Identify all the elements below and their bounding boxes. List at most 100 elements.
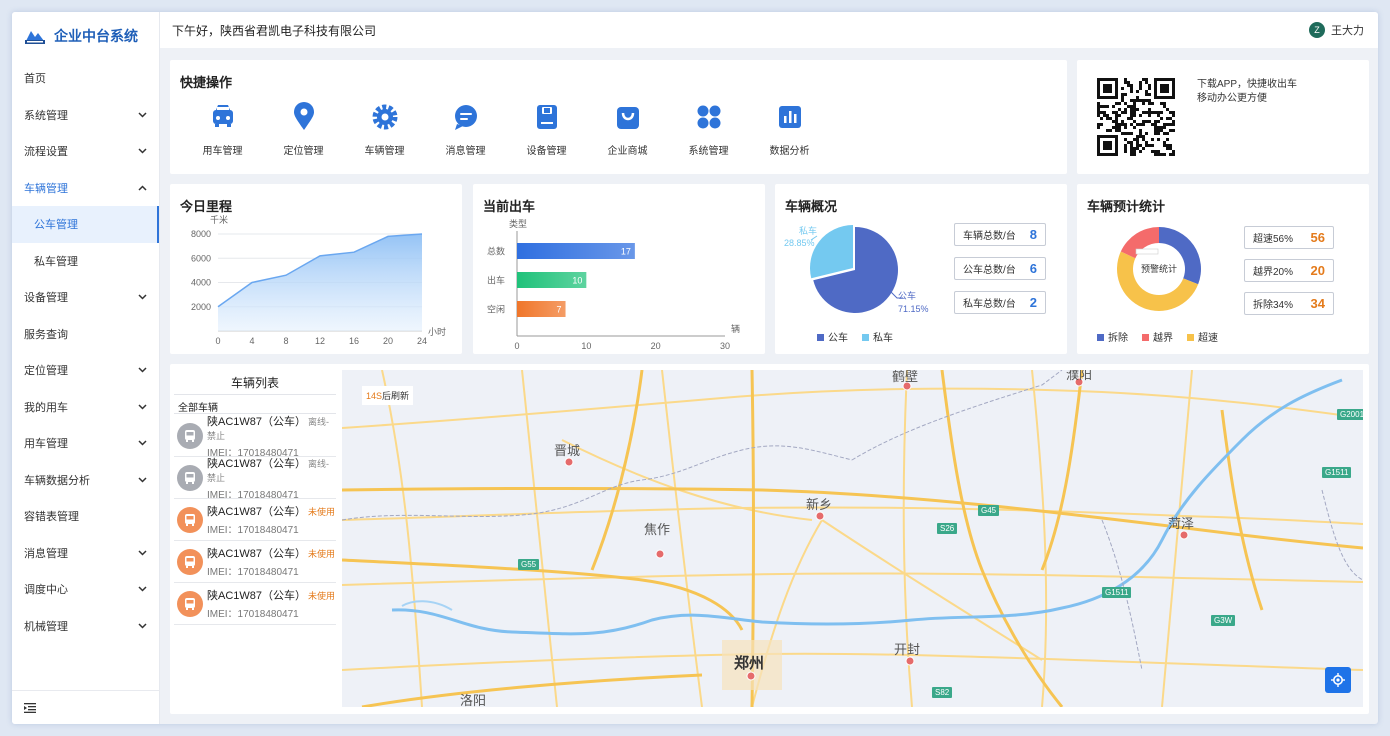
quick-action-bar-chart[interactable]: 数据分析	[749, 102, 830, 157]
sidebar-menu: 首页系统管理流程设置 车辆管理 公车管理 私车管理设备管理服务查询定位管理我的用车用车…	[12, 60, 159, 644]
sidebar-item-label: 服务查询	[24, 328, 68, 341]
bus-icon	[177, 590, 203, 617]
forecast-legend: 拆除 越界 超速	[1097, 329, 1218, 344]
road-tag: G1511	[1322, 467, 1352, 478]
overview-stat: 私车总数/台 2	[954, 291, 1046, 314]
quick-action-device[interactable]: 设备管理	[506, 102, 587, 157]
road-tag: G45	[978, 505, 1000, 516]
vehicle-line: 陕AC1W87（公车） 未使用	[207, 587, 335, 603]
bar-value-label: 7	[557, 305, 562, 315]
sidebar-item[interactable]: 公车管理	[12, 206, 159, 243]
map-city-label: 焦作	[644, 523, 671, 538]
sidebar-item[interactable]: 车辆管理	[12, 170, 159, 207]
stat-value: 2	[1029, 295, 1037, 310]
sidebar-item[interactable]: 车辆数据分析	[12, 462, 159, 499]
stat-value: 8	[1029, 227, 1037, 242]
all-vehicles-filter[interactable]: 全部车辆	[174, 394, 336, 414]
quick-action-label: 数据分析	[769, 146, 810, 157]
chevron-down-icon	[137, 548, 147, 558]
locate-button[interactable]	[1325, 667, 1351, 693]
quick-actions-grid: 用车管理 定位管理 车辆管理 消息管理 设备管理 企业商城 系统管理 数据分析	[182, 102, 830, 157]
legend-item[interactable]: 越界	[1142, 329, 1173, 344]
sidebar-item[interactable]: 系统管理	[12, 97, 159, 134]
sidebar-item[interactable]: 流程设置	[12, 133, 159, 170]
stat-label: 公车总数/台	[963, 265, 1016, 276]
quick-action-message[interactable]: 消息管理	[425, 102, 506, 157]
forecast-card: 车辆预计统计 预警统计 超速56% 56 越界20% 20 拆除34% 34 拆除 越界 超速	[1077, 184, 1369, 354]
vehicle-info: 陕AC1W87（公车） 离线-禁止 IMEI：17018480471	[207, 455, 336, 501]
vehicle-list-item[interactable]: 陕AC1W87（公车） 未使用 IMEI：17018480471	[174, 499, 336, 541]
sidebar-item-label: 用车管理	[24, 438, 68, 451]
logo[interactable]: 企业中台系统	[12, 12, 159, 60]
quick-action-shopping-bag[interactable]: 企业商城	[587, 102, 668, 157]
qr-code-icon[interactable]	[1097, 77, 1175, 157]
quick-action-gear[interactable]: 车辆管理	[344, 102, 425, 157]
refresh-countdown: 14S后刷新	[362, 386, 414, 405]
x-tick-label: 10	[581, 341, 591, 351]
sidebar-item[interactable]: 消息管理	[12, 535, 159, 572]
legend-label: 越界	[1153, 333, 1173, 344]
sidebar-item[interactable]: 首页	[12, 60, 159, 97]
download-line-1: 下载APP，快捷收出车	[1197, 79, 1298, 90]
top-header: 下午好，陕西省君凯电子科技有限公司 Z 王大力	[160, 12, 1378, 48]
vehicle-line: 陕AC1W87（公车） 未使用	[207, 545, 335, 561]
sidebar-item[interactable]: 我的用车	[12, 389, 159, 426]
x-tick-label: 0	[514, 341, 519, 351]
collapse-sidebar-button[interactable]	[12, 690, 160, 724]
category-label: 总数	[487, 246, 505, 257]
shopping-bag-icon	[613, 102, 643, 132]
sidebar-item-label: 设备管理	[24, 292, 68, 305]
vehicle-name: 陕AC1W87（公车）	[207, 590, 307, 602]
map-view[interactable]: 鹤壁 濮阳 晋城 新乡 焦作 菏泽 开封 郑州 洛阳 G2001 G1511 G…	[342, 370, 1363, 707]
forecast-stat: 超速56% 56	[1244, 226, 1334, 249]
quick-actions-title: 快捷操作	[180, 75, 233, 90]
legend-item[interactable]: 超速	[1187, 329, 1218, 344]
vehicle-list-item[interactable]: 陕AC1W87（公车） 离线-禁止 IMEI：17018480471	[174, 413, 336, 459]
sidebar-item[interactable]: 容错表管理	[12, 498, 159, 535]
stat-value: 20	[1310, 263, 1325, 278]
chevron-down-icon	[137, 475, 147, 485]
slice-label: 公车	[898, 290, 916, 301]
legend-item[interactable]: 私车	[862, 329, 893, 344]
map-city-label: 鹤壁	[892, 370, 919, 385]
map-city-label: 郑州	[734, 654, 765, 672]
sidebar-item[interactable]: 调度中心	[12, 571, 159, 608]
x-tick-label: 16	[349, 336, 359, 346]
sidebar-item-label: 系统管理	[24, 109, 68, 122]
sidebar-item[interactable]: 用车管理	[12, 425, 159, 462]
sidebar-item[interactable]: 机械管理	[12, 608, 159, 645]
chevron-down-icon	[137, 438, 147, 448]
vehicle-imei: IMEI：17018480471	[207, 567, 299, 578]
vehicle-list-item[interactable]: 陕AC1W87（公车） 离线-禁止 IMEI：17018480471	[174, 455, 336, 501]
y-axis-label: 千米	[210, 214, 228, 225]
departures-card: 当前出车 类型辆 17 总数 10 出车 7 空闲 0 10 20 30	[473, 184, 765, 354]
car-icon	[208, 102, 238, 132]
stat-value: 6	[1029, 261, 1037, 276]
vehicle-info: 陕AC1W87（公车） 离线-禁止 IMEI：17018480471	[207, 413, 336, 459]
legend-item[interactable]: 拆除	[1097, 329, 1128, 344]
legend-swatch	[817, 334, 824, 341]
quick-action-location-pin[interactable]: 定位管理	[263, 102, 344, 157]
vehicle-imei: IMEI：17018480471	[207, 609, 299, 620]
x-axis-label: 辆	[731, 323, 740, 334]
bar-value-label: 17	[621, 247, 631, 257]
vehicle-list-title: 车辆列表	[230, 376, 279, 390]
vehicle-info: 陕AC1W87（公车） 未使用 IMEI：17018480471	[207, 587, 335, 620]
legend-item[interactable]: 公车	[817, 329, 848, 344]
user-name: 王大力	[1331, 25, 1364, 37]
vehicle-list-item[interactable]: 陕AC1W87（公车） 未使用 IMEI：17018480471	[174, 541, 336, 583]
quick-action-grid[interactable]: 系统管理	[668, 102, 749, 157]
vehicle-overview-card: 车辆概况 公车 71.15% 私车 28.85% 车辆总数/台 8 公车总数/台 6 私车总数…	[775, 184, 1067, 354]
user-menu[interactable]: Z 王大力	[1309, 22, 1364, 38]
sidebar-item[interactable]: 设备管理	[12, 279, 159, 316]
category-label: 空闲	[487, 304, 505, 315]
legend-swatch	[1142, 334, 1149, 341]
sidebar-item-label: 定位管理	[24, 365, 68, 378]
sidebar-item[interactable]: 私车管理	[12, 243, 159, 280]
quick-action-car[interactable]: 用车管理	[182, 102, 263, 157]
sidebar-item[interactable]: 定位管理	[12, 352, 159, 389]
avatar: Z	[1309, 22, 1325, 38]
sidebar-item[interactable]: 服务查询	[12, 316, 159, 353]
vehicle-list-item[interactable]: 陕AC1W87（公车） 未使用 IMEI：17018480471	[174, 583, 336, 625]
vehicle-info: 陕AC1W87（公车） 未使用 IMEI：17018480471	[207, 503, 335, 536]
